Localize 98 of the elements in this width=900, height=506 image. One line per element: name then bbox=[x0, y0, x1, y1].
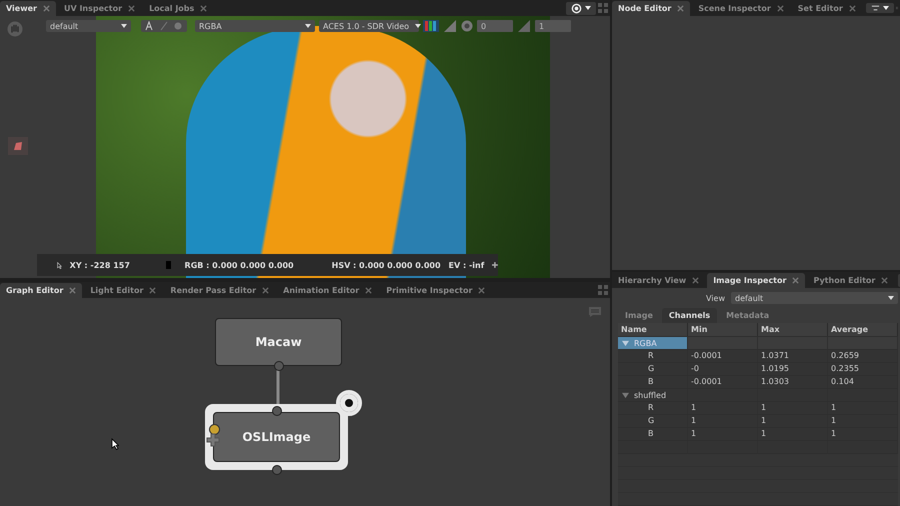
panel-tab[interactable]: UV Inspector bbox=[58, 1, 142, 16]
close-icon[interactable] bbox=[262, 287, 270, 294]
cursor-icon bbox=[57, 260, 62, 270]
view-dropdown[interactable]: default bbox=[730, 292, 898, 304]
table-cell: 1 bbox=[758, 428, 828, 440]
table-cell: 1 bbox=[828, 415, 898, 427]
panel-tab[interactable]: Node Editor bbox=[612, 1, 690, 16]
close-icon[interactable] bbox=[692, 277, 700, 284]
circle-icon[interactable] bbox=[173, 21, 183, 31]
table-cell: -0.0001 bbox=[688, 376, 758, 388]
close-icon[interactable] bbox=[42, 5, 50, 12]
table-cell: 1 bbox=[688, 415, 758, 427]
hsv-readout: HSV : 0.000 0.000 0.000 bbox=[332, 260, 441, 270]
table-cell: R bbox=[618, 402, 688, 414]
false-color-icon[interactable] bbox=[423, 20, 439, 32]
gamma-icon[interactable] bbox=[517, 20, 531, 32]
caret-icon bbox=[882, 6, 889, 10]
channel-dropdown[interactable]: RGBA bbox=[195, 20, 315, 32]
view-label: View bbox=[706, 294, 725, 302]
close-icon[interactable] bbox=[677, 5, 684, 12]
color-swatch[interactable] bbox=[8, 137, 28, 155]
ev-readout: EV : -inf bbox=[448, 260, 484, 270]
cursor-icon bbox=[111, 438, 119, 450]
ring-icon[interactable] bbox=[336, 390, 362, 416]
panel-tab[interactable]: Hierarchy View bbox=[612, 273, 706, 288]
wipe-icon[interactable] bbox=[145, 21, 155, 31]
layer-dropdown[interactable]: default bbox=[46, 20, 131, 32]
plus-icon[interactable] bbox=[492, 260, 498, 270]
close-icon[interactable] bbox=[848, 5, 856, 12]
table-cell: 0.2355 bbox=[828, 363, 898, 375]
rgb-readout: RGB : 0.000 0.000 0.000 bbox=[184, 260, 294, 270]
display-transform-dropdown[interactable]: ACES 1.0 - SDR Video bbox=[319, 20, 419, 32]
table-cell: 1 bbox=[828, 428, 898, 440]
panel-tab[interactable]: Primitive Inspector bbox=[380, 283, 492, 298]
tree-row[interactable]: RGBA bbox=[618, 337, 688, 349]
panel-tab[interactable]: Render Pass Editor bbox=[164, 283, 276, 298]
column-header[interactable]: Max bbox=[758, 323, 828, 336]
close-icon[interactable] bbox=[200, 5, 208, 12]
close-icon[interactable] bbox=[792, 277, 800, 284]
table-cell: 1.0371 bbox=[758, 350, 828, 362]
pin-menu-button[interactable] bbox=[866, 3, 894, 13]
table-cell: 1.0303 bbox=[758, 376, 828, 388]
close-icon[interactable] bbox=[365, 287, 372, 294]
table-cell: 1.0195 bbox=[758, 363, 828, 375]
panel-tab[interactable]: Python Editor bbox=[807, 273, 894, 288]
column-header[interactable]: Name bbox=[618, 323, 688, 336]
inspector-tab[interactable]: Channels bbox=[662, 308, 718, 323]
close-icon[interactable] bbox=[149, 287, 156, 294]
slash-icon[interactable] bbox=[159, 21, 169, 31]
table-cell: G bbox=[618, 363, 688, 375]
panel-tab[interactable]: Viewer bbox=[0, 1, 56, 16]
inspector-tab[interactable]: Image bbox=[618, 308, 660, 323]
exposure-icon[interactable] bbox=[443, 20, 457, 32]
caret-icon bbox=[585, 6, 591, 10]
table-cell: B bbox=[618, 376, 688, 388]
panel-tab[interactable]: Set Editor bbox=[792, 1, 862, 16]
plus-icon[interactable] bbox=[206, 433, 220, 447]
close-icon[interactable] bbox=[776, 5, 784, 12]
close-icon[interactable] bbox=[128, 5, 136, 12]
panel-tab[interactable]: Scene Inspector bbox=[692, 1, 790, 16]
expanded-arrow-icon[interactable] bbox=[622, 392, 629, 398]
column-header[interactable]: Average bbox=[828, 323, 898, 336]
table-cell: 1 bbox=[688, 402, 758, 414]
graph-node[interactable]: Macaw bbox=[215, 318, 342, 366]
aperture-icon[interactable] bbox=[461, 20, 473, 32]
table-cell: B bbox=[618, 428, 688, 440]
target-icon bbox=[571, 2, 582, 14]
panel-tab[interactable]: Graph Editor bbox=[0, 283, 82, 298]
gamma-field[interactable]: 1 bbox=[535, 20, 571, 32]
column-header[interactable]: Min bbox=[688, 323, 758, 336]
cursor-position-text: XY : -228 157 bbox=[70, 260, 130, 270]
hand-icon[interactable] bbox=[7, 21, 23, 37]
exposure-field[interactable]: 0 bbox=[477, 20, 513, 32]
close-icon[interactable] bbox=[478, 287, 486, 294]
table-cell: 0.2659 bbox=[828, 350, 898, 362]
color-sample bbox=[166, 261, 171, 269]
table-cell: 1 bbox=[758, 415, 828, 427]
compare-toolbar[interactable] bbox=[141, 20, 187, 32]
comment-icon[interactable] bbox=[588, 306, 602, 318]
panel-tab[interactable]: Local Jobs bbox=[143, 1, 214, 16]
table-cell: 1 bbox=[828, 402, 898, 414]
tree-row[interactable]: shuffled bbox=[618, 389, 688, 401]
table-cell: -0.0001 bbox=[688, 350, 758, 362]
close-icon[interactable] bbox=[69, 287, 76, 294]
table-cell: 1 bbox=[688, 428, 758, 440]
table-cell: -0 bbox=[688, 363, 758, 375]
panel-tab[interactable]: Animation Editor bbox=[277, 283, 378, 298]
table-cell: 0.104 bbox=[828, 376, 898, 388]
table-cell: G bbox=[618, 415, 688, 427]
expanded-arrow-icon[interactable] bbox=[622, 340, 629, 346]
inspector-tab[interactable]: Metadata bbox=[719, 308, 776, 323]
graph-node[interactable]: OSLImage bbox=[205, 404, 348, 470]
panel-tab[interactable]: Light Editor bbox=[84, 283, 162, 298]
lines-icon bbox=[870, 4, 880, 12]
table-cell: 1 bbox=[758, 402, 828, 414]
table-cell: R bbox=[618, 350, 688, 362]
panel-tab[interactable]: Image Inspector bbox=[707, 273, 806, 288]
close-icon[interactable] bbox=[881, 277, 888, 284]
